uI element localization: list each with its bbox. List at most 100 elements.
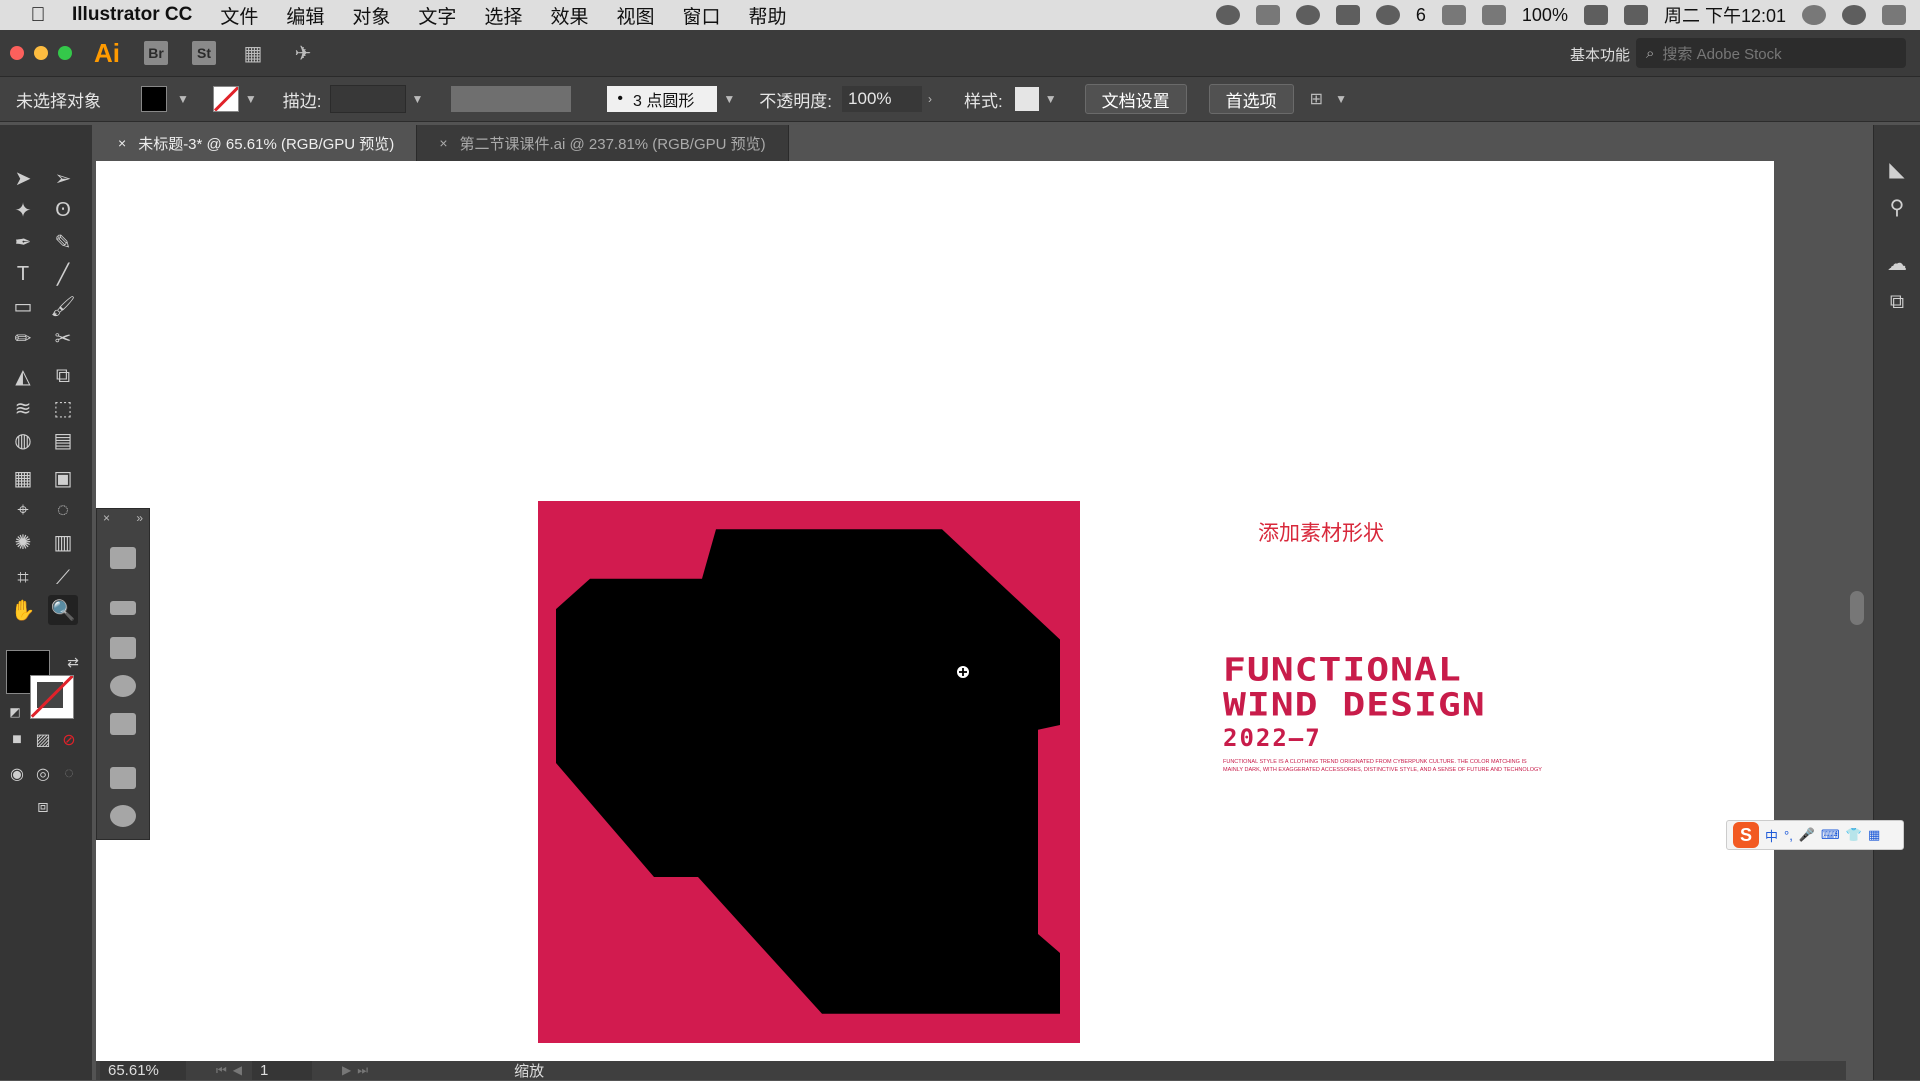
- preferences-button[interactable]: 首选项: [1208, 84, 1294, 114]
- skin-icon[interactable]: 👕: [1846, 827, 1862, 843]
- stroke-swatch[interactable]: [212, 86, 239, 112]
- curvature-tool-icon[interactable]: ✎: [48, 227, 78, 257]
- clock[interactable]: 周二 下午12:01: [1664, 2, 1786, 28]
- gradient-panel-icon[interactable]: [110, 713, 136, 735]
- slice-tool-icon[interactable]: ⟋: [48, 563, 78, 593]
- opacity-label[interactable]: 不透明度:: [759, 87, 832, 112]
- ime-chinese-mode[interactable]: 中: [1765, 826, 1778, 845]
- opacity-input[interactable]: 100%: [842, 86, 923, 112]
- menu-window[interactable]: 窗口: [682, 2, 720, 29]
- stroke-panel-icon[interactable]: [110, 601, 136, 615]
- notification-center-icon[interactable]: [1882, 5, 1906, 25]
- align-options-icon[interactable]: ⊞: [1310, 89, 1323, 109]
- draw-inside-icon[interactable]: ◌: [54, 759, 84, 789]
- tab-untitled-3[interactable]: × 未标题-3* @ 65.61% (RGB/GPU 预览): [96, 125, 418, 161]
- zoom-tool-icon[interactable]: 🔍: [48, 595, 78, 625]
- rectangle-tool-icon[interactable]: ▭: [8, 291, 38, 321]
- paintbrush-tool-icon[interactable]: 🖌: [48, 291, 78, 321]
- stroke-weight-input[interactable]: [329, 85, 406, 113]
- workspace-switcher[interactable]: 基本功能: [1570, 44, 1630, 65]
- zoom-level-select[interactable]: 65.61%: [100, 1061, 186, 1080]
- symbol-sprayer-tool-icon[interactable]: ✺: [8, 527, 38, 557]
- color-panel-icon[interactable]: [110, 675, 136, 697]
- bluetooth-icon[interactable]: [1441, 5, 1466, 25]
- input-method-toolbar[interactable]: S 中 °, 🎤 ⌨ 👕 ▦: [1726, 820, 1904, 850]
- pencil-tool-icon[interactable]: ✏: [8, 323, 38, 353]
- artboard-navigation-arrows[interactable]: ⏮◀: [216, 1063, 248, 1078]
- artboard-tool-icon[interactable]: ⌗: [8, 563, 38, 593]
- width-tool-icon[interactable]: ≋: [8, 393, 38, 423]
- chevron-down-icon[interactable]: ▼: [723, 92, 735, 106]
- stock-search-input[interactable]: ⌕ 搜索 Adobe Stock: [1636, 38, 1906, 68]
- menu-file[interactable]: 文件: [220, 2, 258, 29]
- minimize-window-button[interactable]: [34, 46, 48, 60]
- gpu-performance-icon[interactable]: ✈: [290, 41, 316, 65]
- shape-builder-tool-icon[interactable]: ◍: [8, 425, 38, 455]
- perspective-grid-tool-icon[interactable]: ▤: [48, 425, 78, 455]
- reflect-tool-icon[interactable]: ◭: [8, 361, 38, 391]
- wechat-icon[interactable]: [1375, 5, 1400, 25]
- arrange-documents-icon[interactable]: ▦: [240, 41, 266, 65]
- blend-tool-icon[interactable]: ◌: [48, 495, 78, 525]
- apple-icon[interactable]: : [18, 4, 58, 27]
- stroke-color-box[interactable]: [30, 675, 74, 719]
- title-artwork[interactable]: FUNCTIONAL WIND DESIGN 2022—7 FUNCTIONAL…: [1223, 653, 1543, 774]
- artboard-navigation-arrows-next[interactable]: ▶⏭: [342, 1063, 374, 1078]
- siri-icon[interactable]: [1842, 5, 1866, 25]
- close-panel-icon[interactable]: ×: [103, 511, 110, 525]
- close-tab-icon[interactable]: ×: [118, 135, 126, 151]
- bridge-button[interactable]: Br: [144, 41, 168, 65]
- selection-tool-icon[interactable]: ➤: [8, 163, 38, 193]
- chevron-down-icon[interactable]: ▼: [412, 92, 424, 106]
- sogou-logo-icon[interactable]: S: [1733, 822, 1759, 848]
- close-tab-icon[interactable]: ×: [439, 135, 447, 151]
- lasso-tool-icon[interactable]: ʘ: [48, 195, 78, 225]
- expand-panel-icon[interactable]: »: [136, 511, 143, 525]
- appearance-panel-icon[interactable]: [110, 805, 136, 827]
- gradient-tool-icon[interactable]: ▣: [48, 463, 78, 493]
- column-graph-tool-icon[interactable]: ▥: [48, 527, 78, 557]
- creative-cloud-icon[interactable]: [1295, 5, 1320, 25]
- keyboard-icon[interactable]: ⌨: [1821, 827, 1840, 843]
- menu-edit[interactable]: 编辑: [286, 2, 324, 29]
- pen-tool-icon[interactable]: ✒: [8, 227, 38, 257]
- menu-object[interactable]: 对象: [352, 2, 390, 29]
- stock-button[interactable]: St: [192, 41, 216, 65]
- close-window-button[interactable]: [10, 46, 24, 60]
- vertical-scrollbar[interactable]: [1846, 161, 1868, 1061]
- ime-punctuation[interactable]: °,: [1784, 828, 1793, 843]
- zoom-window-button[interactable]: [58, 46, 72, 60]
- free-transform-tool-icon[interactable]: ⬚: [48, 393, 78, 423]
- menu-app-name[interactable]: Illustrator CC: [72, 4, 192, 26]
- display-icon[interactable]: [1335, 5, 1360, 25]
- brush-definition-select[interactable]: • 3 点圆形: [607, 86, 718, 112]
- screen-mode-icon[interactable]: ⧈: [28, 791, 58, 821]
- scale-tool-icon[interactable]: ⧉: [48, 361, 78, 391]
- black-polygon-shape[interactable]: [538, 501, 1080, 1043]
- chevron-right-icon[interactable]: ›: [928, 92, 932, 106]
- swatches-panel-icon[interactable]: [110, 637, 136, 659]
- chevron-down-icon[interactable]: ▼: [245, 92, 257, 106]
- scissors-tool-icon[interactable]: ✂: [48, 323, 78, 353]
- variable-width-profile[interactable]: [451, 86, 572, 112]
- none-mode-icon[interactable]: ⊘: [54, 725, 84, 755]
- document-canvas[interactable]: 添加素材形状 FUNCTIONAL WIND DESIGN 2022—7 FUN…: [96, 161, 1774, 1061]
- swap-fill-stroke-icon[interactable]: ⇄: [58, 647, 88, 677]
- magic-wand-tool-icon[interactable]: ✦: [8, 195, 38, 225]
- tab-lesson-2[interactable]: × 第二节课课件.ai @ 237.81% (RGB/GPU 预览): [417, 125, 789, 161]
- toolbox-icon[interactable]: ▦: [1868, 827, 1880, 843]
- artboard-number-select[interactable]: 1: [252, 1061, 313, 1080]
- pathfinder-icon[interactable]: [110, 547, 136, 569]
- menu-help[interactable]: 帮助: [748, 2, 786, 29]
- microphone-icon[interactable]: 🎤: [1799, 827, 1815, 843]
- type-tool-icon[interactable]: T: [8, 259, 38, 289]
- chevron-down-icon[interactable]: ▼: [1335, 92, 1347, 106]
- battery-icon[interactable]: [1583, 5, 1608, 25]
- direct-selection-tool-icon[interactable]: ➢: [48, 163, 78, 193]
- hand-tool-icon[interactable]: ✋: [8, 595, 38, 625]
- fill-swatch[interactable]: [141, 86, 167, 112]
- menu-view[interactable]: 视图: [616, 2, 654, 29]
- spotlight-search-icon[interactable]: [1802, 5, 1826, 25]
- chevron-down-icon[interactable]: ▼: [177, 92, 189, 106]
- align-panel-icon[interactable]: [110, 767, 136, 789]
